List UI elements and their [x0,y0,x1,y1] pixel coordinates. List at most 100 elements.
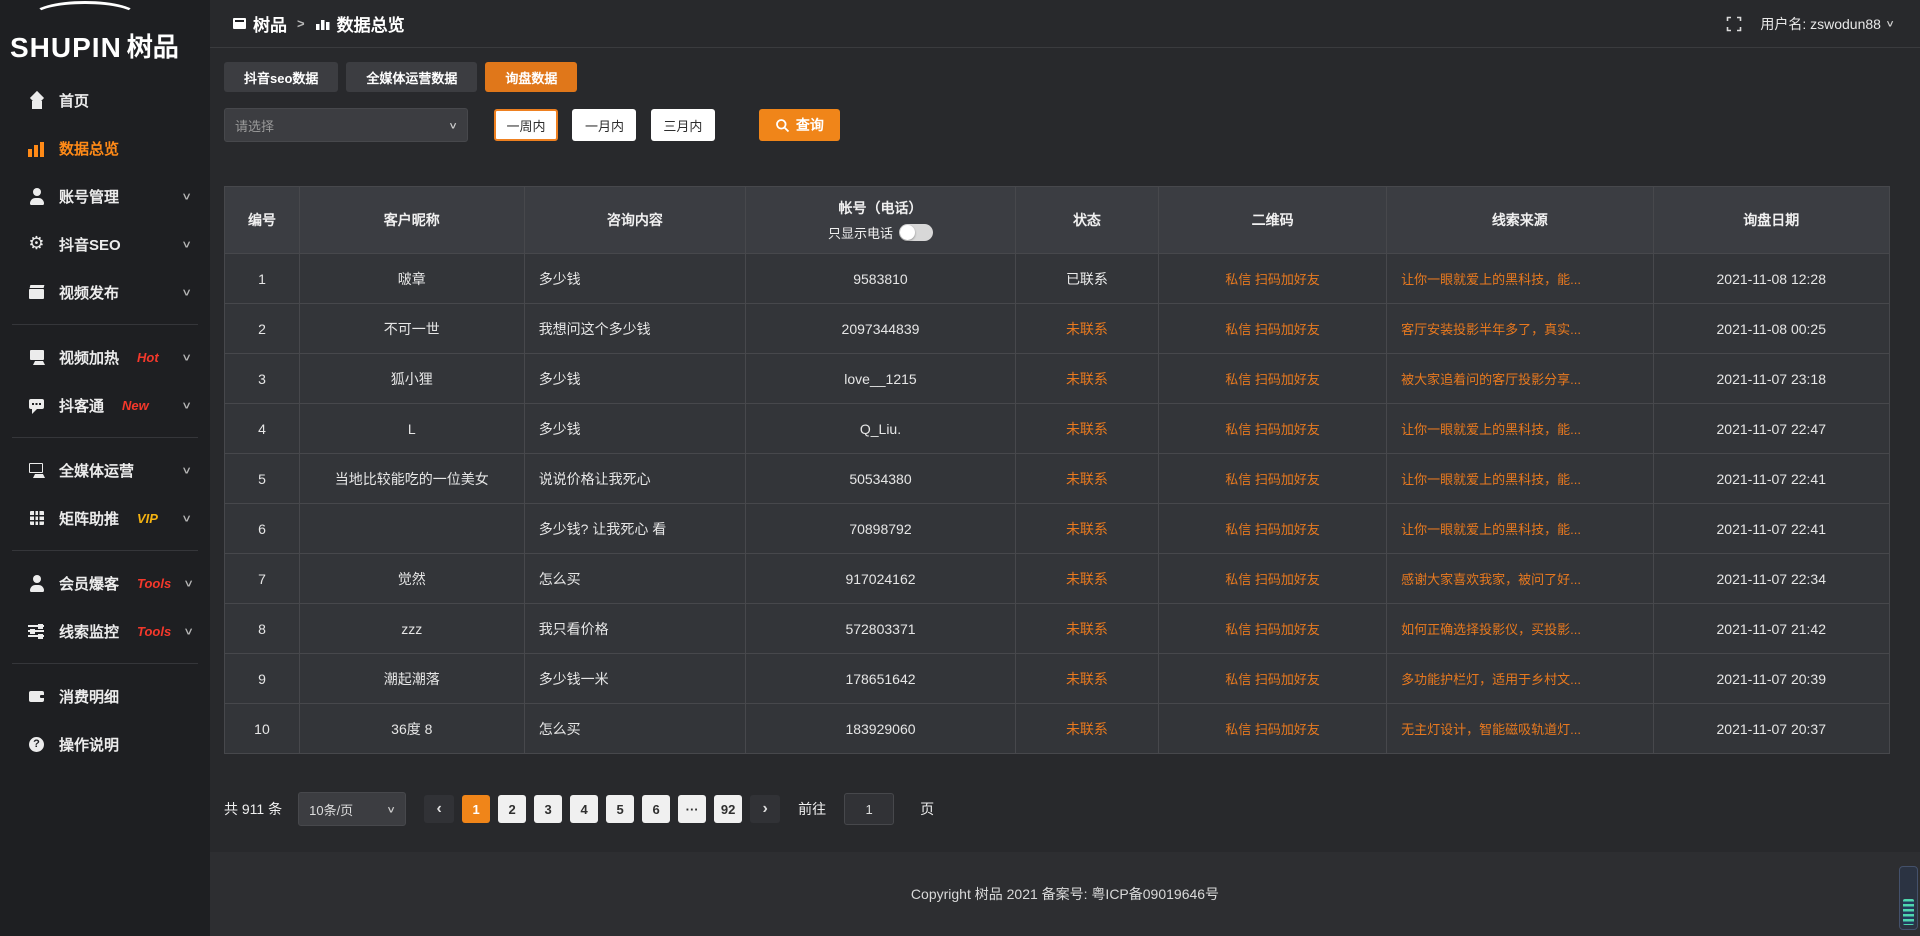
account-phone: 572803371 [746,604,1016,654]
page-button[interactable]: 6 [642,795,670,823]
account-phone: Q_Liu. [746,404,1016,454]
sidebar-item-label: 账号管理 [59,186,119,207]
inquiry-table: 编号 客户昵称 咨询内容 帐号（电话） 只显示电话 状态 二维码 线索来源 [224,186,1890,754]
inquiry-date: 2021-11-07 22:41 [1653,454,1889,504]
lead-source-link[interactable]: 被大家追着问的客厅投影分享... [1387,354,1653,404]
sidebar-item[interactable]: 全媒体运营 [12,446,198,494]
lead-source-link[interactable]: 感谢大家喜欢我家，被问了好... [1387,554,1653,604]
qr-actions-link[interactable]: 私信 扫码加好友 [1159,604,1387,654]
chevron-down-icon [181,464,199,476]
qr-actions-link[interactable]: 私信 扫码加好友 [1159,404,1387,454]
lead-source-link[interactable]: 多功能护栏灯，适用于乡村文... [1387,654,1653,704]
inquiry-content: 怎么买 [524,704,745,754]
page-button[interactable]: 92 [714,795,742,823]
lead-source-link[interactable]: 无主灯设计，智能磁吸轨道灯... [1387,704,1653,754]
sidebar-item-label: 矩阵助推 [59,508,119,529]
chevron-down-icon: ∨ [448,119,458,130]
inquiry-date: 2021-11-07 21:42 [1653,604,1889,654]
search-button-label: 查询 [796,115,824,135]
home-icon [28,92,45,109]
account-phone: 2097344839 [746,304,1016,354]
sidebar-item[interactable]: 抖客通 New [12,381,198,429]
lead-source-link[interactable]: 让你一眼就爱上的黑科技，能... [1387,404,1653,454]
sidebar-item[interactable]: 消费明细 [12,672,198,720]
prev-page-button[interactable]: ‹ [424,795,454,823]
breadcrumb-app[interactable]: 树品 [232,11,287,36]
jump-page-input[interactable] [844,793,894,825]
floating-widget[interactable] [1899,866,1918,930]
jump-prefix: 前往 [798,799,826,819]
user-menu[interactable]: 用户名: zswodun88 ∨ [1760,14,1894,34]
sidebar-item[interactable]: 抖音SEO [12,220,198,268]
app-logo[interactable]: SHUPIN 树品 [0,0,210,72]
sidebar-item[interactable]: 操作说明 [12,720,198,768]
sidebar-item[interactable]: 矩阵助推 VIP [12,494,198,542]
page-button[interactable]: ··· [678,795,706,823]
per-page-select[interactable]: 10条/页 ∨ [298,792,406,826]
lead-source-link[interactable]: 客厅安装投影半年多了，真实... [1387,304,1653,354]
logo-text-zh: 树品 [127,27,179,64]
filter-select[interactable]: 请选择 ∨ [224,108,468,142]
sidebar-item[interactable]: 线索监控 Tools [12,607,198,655]
sidebar-item-label: 消费明细 [59,686,119,707]
lead-source-link[interactable]: 让你一眼就爱上的黑科技，能... [1387,504,1653,554]
page-button[interactable]: 4 [570,795,598,823]
sidebar-item-badge: Tools [137,624,171,639]
jump-suffix: 页 [920,799,934,819]
member-icon [28,575,45,592]
qr-actions-link[interactable]: 私信 扫码加好友 [1159,304,1387,354]
sidebar-group: 会员爆客 Tools 线索监控 Tools [12,551,198,664]
date-range-button[interactable]: 一周内 [494,109,558,141]
chevron-down-icon [181,351,199,363]
page-button[interactable]: 3 [534,795,562,823]
next-page-button[interactable]: › [750,795,780,823]
sidebar-item[interactable]: 会员爆客 Tools [12,559,198,607]
qr-actions-link[interactable]: 私信 扫码加好友 [1159,654,1387,704]
qr-actions-link[interactable]: 私信 扫码加好友 [1159,504,1387,554]
qr-actions-link[interactable]: 私信 扫码加好友 [1159,704,1387,754]
page-button[interactable]: 5 [606,795,634,823]
inquiry-date: 2021-11-07 20:37 [1653,704,1889,754]
qr-actions-link[interactable]: 私信 扫码加好友 [1159,454,1387,504]
col-inquiry-date: 询盘日期 [1653,187,1889,254]
qr-actions-link[interactable]: 私信 扫码加好友 [1159,254,1387,304]
question-icon [28,736,45,753]
inquiry-content: 多少钱 [524,404,745,454]
table-row: 4 L 多少钱 Q_Liu. 未联系 私信 扫码加好友 让你一眼就爱上的黑科技，… [225,404,1890,454]
sidebar-item[interactable]: 视频加热 Hot [12,333,198,381]
sidebar-item-label: 抖音SEO [59,234,121,255]
sidebar-group: 全媒体运营 矩阵助推 VIP [12,438,198,551]
range-buttons: 一周内 一月内 三月内 [476,109,715,141]
sidebar-item[interactable]: 数据总览 [12,124,198,172]
data-tab[interactable]: 全媒体运营数据 [346,62,477,92]
sidebar-item[interactable]: 首页 [12,76,198,124]
page-button[interactable]: 1 [462,795,490,823]
sidebar-item-badge: Hot [137,350,159,365]
status-cell: 未联系 [1015,404,1158,454]
table-row: 7 觉然 怎么买 917024162 未联系 私信 扫码加好友 感谢大家喜欢我家… [225,554,1890,604]
date-range-button[interactable]: 三月内 [651,109,715,141]
lead-source-link[interactable]: 让你一眼就爱上的黑科技，能... [1387,454,1653,504]
breadcrumb-page[interactable]: 数据总览 [315,11,405,36]
table-row: 5 当地比较能吃的一位美女 说说价格让我死心 50534380 未联系 私信 扫… [225,454,1890,504]
qr-actions-link[interactable]: 私信 扫码加好友 [1159,554,1387,604]
sidebar-item[interactable]: 账号管理 [12,172,198,220]
data-tab[interactable]: 询盘数据 [485,62,577,92]
col-account-phone-label: 帐号（电话） [747,198,1014,218]
inquiry-content: 多少钱一米 [524,654,745,704]
inquiry-date: 2021-11-08 00:25 [1653,304,1889,354]
search-button[interactable]: 查询 [759,109,840,141]
sidebar: SHUPIN 树品 首页 数据总览 账号管理 抖音SEO 视频发布 视频加 [0,0,210,936]
filter-select-value: 请选择 [235,116,274,135]
page-button[interactable]: 2 [498,795,526,823]
lead-source-link[interactable]: 如何正确选择投影仪，买投影... [1387,604,1653,654]
sidebar-item-label: 全媒体运营 [59,460,134,481]
lead-source-link[interactable]: 让你一眼就爱上的黑科技，能... [1387,254,1653,304]
status-cell: 未联系 [1015,304,1158,354]
date-range-button[interactable]: 一月内 [572,109,636,141]
phone-only-toggle[interactable] [899,224,933,241]
sidebar-item[interactable]: 视频发布 [12,268,198,316]
qr-actions-link[interactable]: 私信 扫码加好友 [1159,354,1387,404]
fullscreen-icon[interactable] [1726,16,1742,32]
data-tab[interactable]: 抖音seo数据 [224,62,338,92]
